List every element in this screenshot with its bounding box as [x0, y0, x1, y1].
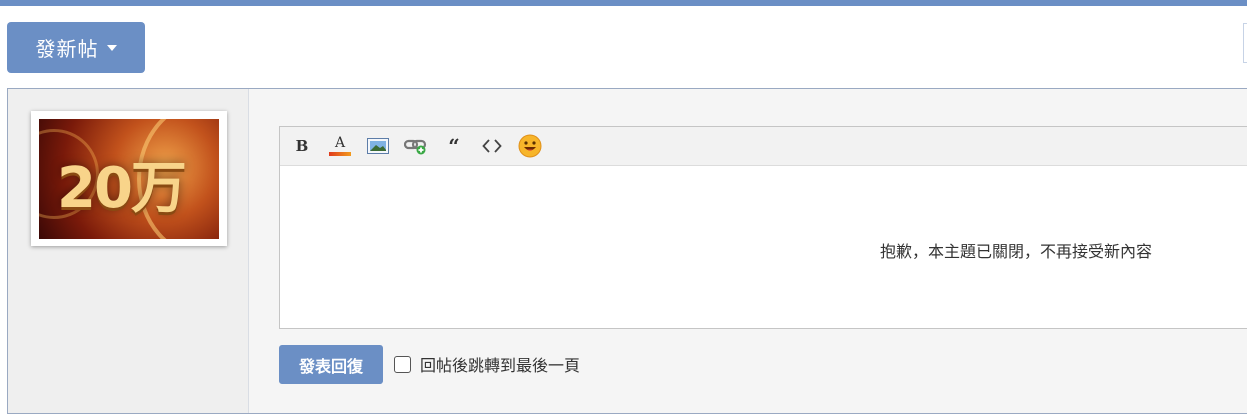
code-icon[interactable]	[479, 133, 505, 159]
link-icon[interactable]	[403, 133, 429, 159]
user-sidebar: 20万	[8, 89, 249, 413]
new-thread-label: 發新帖	[35, 37, 99, 61]
jump-to-last-page-label: 回帖後跳轉到最後一頁	[420, 356, 581, 375]
avatar-badge-text: 20万	[57, 156, 187, 221]
editor-toolbar: B A “	[280, 127, 1247, 166]
font-color-icon[interactable]: A	[327, 133, 353, 159]
avatar-image: 20万	[39, 119, 219, 239]
thread-closed-message: 抱歉，本主題已關閉，不再接受新內容	[880, 242, 1153, 261]
right-edge-control[interactable]	[1243, 23, 1247, 63]
chevron-down-icon	[106, 44, 117, 51]
bold-icon[interactable]: B	[289, 133, 315, 159]
top-accent-bar	[0, 0, 1247, 6]
jump-to-last-page-option[interactable]: 回帖後跳轉到最後一頁	[394, 352, 580, 376]
submit-reply-button[interactable]: 發表回復	[279, 345, 383, 384]
reply-panel: 20万 B A “ 抱歉，本主題已關閉，不再接受新內容 發表回復 回帖後跳轉到最…	[7, 88, 1247, 414]
image-icon[interactable]	[365, 133, 391, 159]
avatar[interactable]: 20万	[31, 111, 227, 246]
quote-icon[interactable]: “	[441, 133, 467, 159]
jump-to-last-page-checkbox[interactable]	[394, 355, 411, 373]
emoji-icon[interactable]	[517, 133, 543, 159]
new-thread-button[interactable]: 發新帖	[7, 22, 145, 73]
editor-textarea[interactable]: 抱歉，本主題已關閉，不再接受新內容	[280, 166, 1247, 329]
reply-editor: B A “ 抱歉，本主題已關閉，不再接受新內容	[279, 126, 1247, 329]
